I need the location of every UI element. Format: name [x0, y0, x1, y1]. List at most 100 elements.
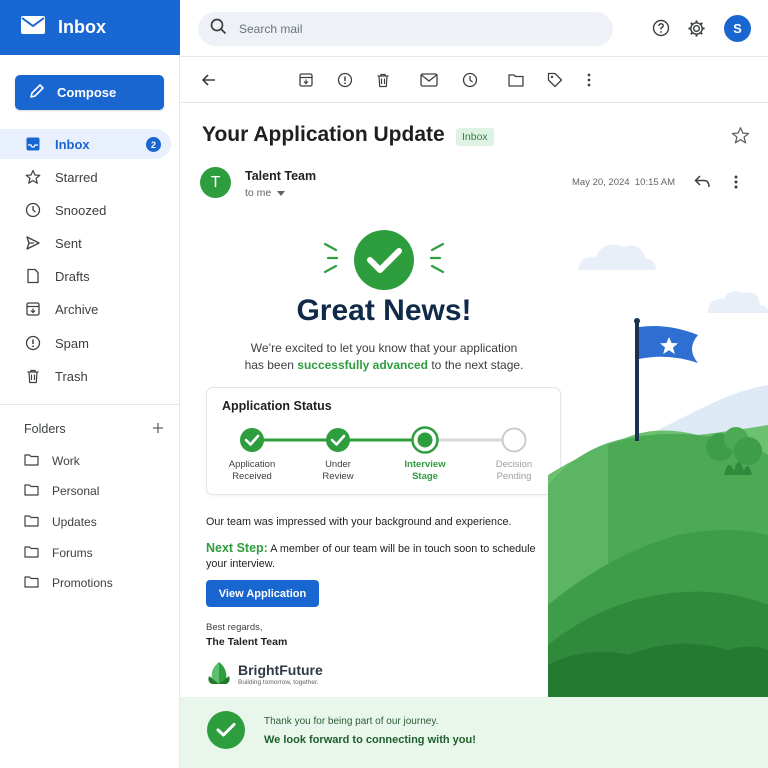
gear-icon[interactable] — [686, 18, 706, 38]
step-label-pending: Decision Pending — [474, 459, 554, 483]
compose-button[interactable]: Compose — [15, 75, 164, 110]
folder-work[interactable]: Work — [24, 451, 174, 471]
plus-icon[interactable] — [152, 422, 164, 437]
sidebar-item-snoozed[interactable]: Snoozed — [0, 195, 171, 225]
sender-avatar: T — [200, 167, 231, 198]
app-header: Inbox — [0, 0, 180, 55]
search-icon — [210, 18, 227, 40]
help-icon[interactable] — [651, 18, 671, 38]
trash-icon — [25, 368, 41, 384]
folder-label: Updates — [52, 515, 97, 529]
pencil-icon — [29, 83, 45, 102]
body-paragraph: Our team was impressed with your backgro… — [206, 516, 512, 528]
success-check-icon — [323, 230, 445, 290]
search-input[interactable] — [239, 22, 539, 36]
search-bar[interactable] — [198, 12, 613, 46]
message-toolbar — [180, 57, 768, 103]
step-label-line: Interview — [404, 459, 446, 470]
closing-regards: Best regards, — [206, 622, 263, 633]
caret-down-icon — [277, 187, 286, 199]
sidebar-item-archive[interactable]: Archive — [0, 294, 171, 324]
archive-icon[interactable] — [297, 71, 315, 89]
step-label-line: Decision — [495, 459, 533, 470]
back-arrow-icon[interactable] — [200, 71, 218, 89]
step-current-icon — [411, 426, 439, 454]
report-spam-icon[interactable] — [336, 71, 354, 89]
footer-closing: We look forward to connecting with you! — [264, 734, 476, 746]
headline: Great News! — [296, 294, 472, 327]
intro-text: We’re excited to let you know that your … — [190, 340, 578, 374]
top-bar: S — [180, 0, 768, 57]
folder-label: Forums — [52, 546, 93, 560]
inbox-icon — [25, 136, 41, 152]
star-icon — [25, 169, 41, 185]
draft-icon — [25, 268, 41, 284]
company-tagline: Building tomorrow, together. — [238, 679, 319, 686]
intro-text-part: has been — [244, 358, 298, 372]
sidebar-item-label: Spam — [55, 335, 89, 351]
folders-header: Folders — [24, 420, 164, 438]
folder-label: Promotions — [52, 576, 113, 590]
view-application-button[interactable]: View Application — [206, 580, 319, 607]
folder-personal[interactable]: Personal — [24, 481, 174, 501]
unread-badge: 2 — [146, 137, 161, 152]
sidebar-item-label: Sent — [55, 235, 82, 251]
step-label-line: Received — [232, 471, 272, 482]
folder-icon — [24, 453, 39, 469]
sidebar-item-trash[interactable]: Trash — [0, 361, 171, 391]
label-tag-icon[interactable] — [546, 71, 564, 89]
hills-flag-illustration — [548, 244, 768, 697]
folder-icon — [24, 483, 39, 499]
step-label-line: Application — [228, 459, 276, 470]
sender-name: Talent Team — [245, 169, 317, 183]
move-to-folder-icon[interactable] — [507, 71, 525, 89]
step-label-line: Stage — [412, 471, 438, 482]
user-avatar[interactable]: S — [724, 15, 751, 42]
compose-label: Compose — [57, 85, 117, 100]
sidebar-item-label: Snoozed — [55, 202, 107, 218]
email-timestamp: May 20, 2024 10:15 AM — [572, 177, 675, 188]
step-done-icon — [240, 428, 264, 452]
mail-icon — [20, 15, 46, 40]
folder-label: Work — [52, 454, 80, 468]
intro-text-part: to the next stage. — [428, 358, 524, 372]
step-done-icon — [326, 428, 350, 452]
folder-icon — [24, 575, 39, 591]
folder-promotions[interactable]: Promotions — [24, 573, 174, 593]
sidebar-item-label: Drafts — [55, 268, 90, 284]
sidebar-item-inbox[interactable]: Inbox 2 — [0, 129, 171, 159]
sidebar-item-sent[interactable]: Sent — [0, 228, 171, 258]
send-icon — [25, 235, 41, 251]
sidebar-item-label: Inbox — [55, 136, 90, 152]
folder-forums[interactable]: Forums — [24, 543, 174, 563]
more-vertical-icon[interactable] — [733, 174, 747, 192]
folder-label: Personal — [52, 484, 100, 498]
footer-thanks: Thank you for being part of our journey. — [264, 716, 439, 727]
more-vertical-icon[interactable] — [580, 71, 598, 89]
intro-highlight: successfully advanced — [297, 358, 429, 372]
step-label: Application Received — [212, 459, 292, 483]
company-name: BrightFuture — [238, 662, 323, 678]
recipient-toggle[interactable]: to me — [245, 187, 286, 199]
check-circle-icon — [207, 711, 245, 749]
inbox-label-chip[interactable]: Inbox — [456, 128, 494, 146]
company-logo-icon — [208, 662, 230, 684]
step-label-line: Pending — [496, 471, 532, 482]
folders-title: Folders — [24, 422, 66, 436]
sidebar-item-starred[interactable]: Starred — [0, 162, 171, 192]
trash-icon[interactable] — [374, 71, 392, 89]
sidebar-item-label: Trash — [55, 368, 88, 384]
mark-unread-icon[interactable] — [420, 71, 438, 89]
email-subject: Your Application Update — [202, 123, 445, 146]
clock-icon — [25, 202, 41, 218]
step-pending-icon — [501, 427, 527, 453]
reply-icon[interactable] — [694, 174, 712, 192]
folder-updates[interactable]: Updates — [24, 512, 174, 532]
star-icon[interactable] — [731, 126, 751, 146]
sidebar-divider — [0, 404, 180, 405]
sidebar-item-drafts[interactable]: Drafts — [0, 261, 171, 291]
next-step-label: Next Step: — [206, 541, 268, 555]
sidebar-item-spam[interactable]: Spam — [0, 328, 171, 358]
archive-icon — [25, 301, 41, 317]
snooze-clock-icon[interactable] — [461, 71, 479, 89]
